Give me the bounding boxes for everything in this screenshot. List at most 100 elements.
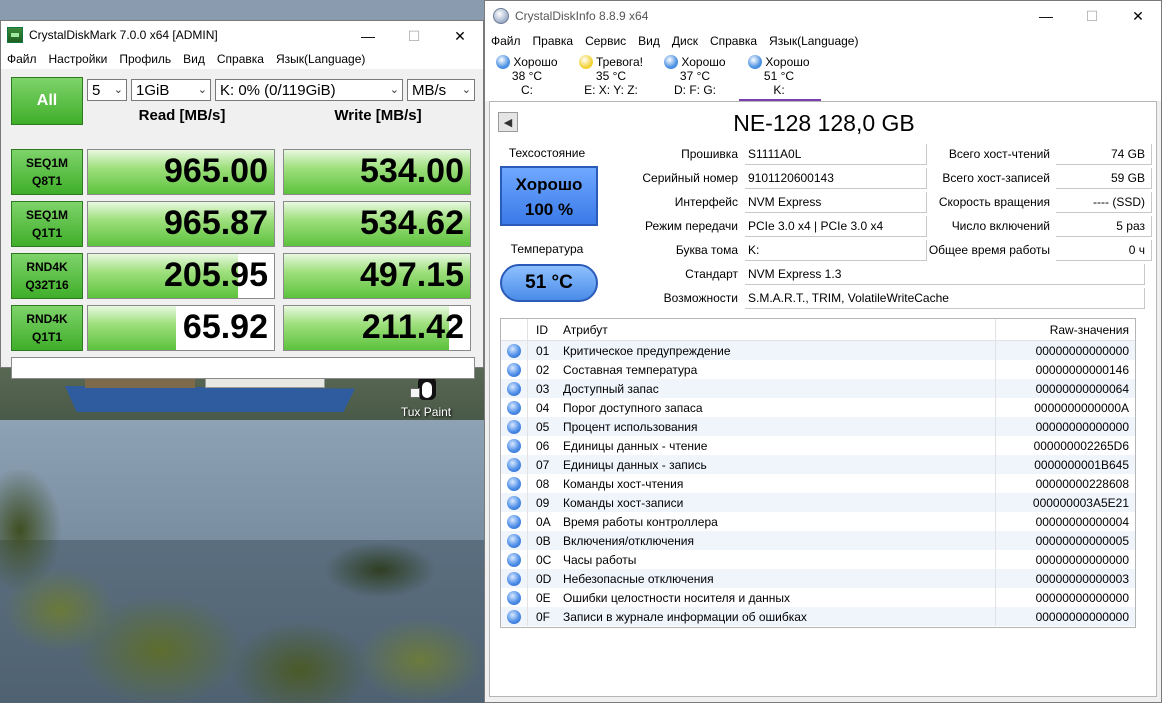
smart-row[interactable]: 09 Команды хост-записи 000000003A5E21 <box>501 493 1135 512</box>
cdm-minimize-button[interactable]: — <box>345 21 391 51</box>
cdm-menu-language[interactable]: Язык(Language) <box>270 52 371 66</box>
smart-raw-value: 00000000000064 <box>995 379 1135 398</box>
test-button[interactable]: RND4K Q32T16 <box>11 253 83 299</box>
chevron-down-icon: ⌄ <box>197 84 207 96</box>
smart-row[interactable]: 02 Составная температура 00000000000146 <box>501 360 1135 379</box>
smart-col-raw[interactable]: Raw-значения <box>995 319 1135 340</box>
temperature-box[interactable]: 51 °C <box>500 264 598 302</box>
smart-col-attribute[interactable]: Атрибут <box>555 319 995 340</box>
cdm-maximize-button[interactable]: ☐ <box>391 21 437 51</box>
cdm-window-title: CrystalDiskMark 7.0.0 x64 [ADMIN] <box>29 28 218 42</box>
smart-row[interactable]: 08 Команды хост-чтения 00000000228608 <box>501 474 1135 493</box>
cdm-menu-view[interactable]: Вид <box>177 52 211 66</box>
cdm-titlebar[interactable]: CrystalDiskMark 7.0.0 x64 [ADMIN] — ☐ ✕ <box>1 21 483 49</box>
run-all-button[interactable]: All <box>11 77 83 125</box>
status-good-icon <box>507 457 521 472</box>
test-name: SEQ1M <box>25 208 68 222</box>
smart-raw-value: 00000000000003 <box>995 569 1135 588</box>
write-result-value: 497.15 <box>360 256 464 294</box>
cdi-menu-service[interactable]: Сервис <box>579 34 632 48</box>
cdi-menu-language[interactable]: Язык(Language) <box>763 34 864 48</box>
read-result-cell: 965.87 <box>87 201 275 247</box>
crystaldiskmark-app-icon <box>7 27 23 43</box>
smart-row[interactable]: 05 Процент использования 00000000000000 <box>501 417 1135 436</box>
test-params: Q32T16 <box>25 278 69 292</box>
drive-tab-c[interactable]: Хорошо 38 °C C: <box>485 51 569 101</box>
test-params: Q1T1 <box>31 226 62 240</box>
status-warning-icon <box>578 55 593 69</box>
write-result-value: 534.00 <box>360 152 464 190</box>
firmware-value: S1111A0L <box>745 144 927 165</box>
temperature-label: Температура <box>510 242 584 256</box>
drive-tab-e[interactable]: Тревога! 35 °C E: X: Y: Z: <box>569 51 653 101</box>
status-good-icon <box>507 514 521 529</box>
drive-letters: D: F: G: <box>674 83 716 97</box>
smart-id: 0B <box>527 531 555 550</box>
cdm-menu-profile[interactable]: Профиль <box>113 52 177 66</box>
cdi-titlebar[interactable]: CrystalDiskInfo 8.8.9 x64 — ☐ ✕ <box>485 1 1161 31</box>
host-writes-value: 59 GB <box>1056 168 1152 189</box>
cdi-minimize-button[interactable]: — <box>1023 1 1069 31</box>
cdm-menubar: Файл Настройки Профиль Вид Справка Язык(… <box>1 49 483 69</box>
smart-col-id[interactable]: ID <box>527 319 555 340</box>
smart-attribute: Записи в журнале информации об ошибках <box>563 609 807 624</box>
test-button[interactable]: SEQ1M Q1T1 <box>11 201 83 247</box>
read-result-value: 965.00 <box>164 152 268 190</box>
cdi-menu-view[interactable]: Вид <box>632 34 666 48</box>
cdm-menu-file[interactable]: Файл <box>1 52 43 66</box>
smart-row[interactable]: 0F Записи в журнале информации об ошибках… <box>501 607 1135 626</box>
cdi-menu-edit[interactable]: Правка <box>527 34 580 48</box>
health-state-label: Техсостояние <box>508 146 586 160</box>
cdi-menu-help[interactable]: Справка <box>704 34 763 48</box>
status-good-icon <box>507 495 521 510</box>
desktop-icon-tux-paint[interactable]: Tux Paint <box>398 374 454 419</box>
test-size-select[interactable]: 1GiB ⌄ <box>131 79 211 101</box>
smart-id: 0E <box>527 588 555 607</box>
read-result-cell: 205.95 <box>87 253 275 299</box>
drive-temp: 38 °C <box>511 69 543 83</box>
status-good-icon <box>507 381 521 396</box>
test-params: Q8T1 <box>31 174 62 188</box>
status-good-icon <box>748 55 763 69</box>
smart-attribute: Команды хост-записи <box>563 495 684 510</box>
cdi-maximize-button[interactable]: ☐ <box>1069 1 1115 31</box>
smart-row[interactable]: 06 Единицы данных - чтение 000000002265D6 <box>501 436 1135 455</box>
smart-raw-value: 00000000000000 <box>995 417 1135 436</box>
comment-field[interactable] <box>11 357 475 379</box>
test-button[interactable]: SEQ1M Q8T1 <box>11 149 83 195</box>
cdm-menu-settings[interactable]: Настройки <box>43 52 114 66</box>
drive-select[interactable]: K: 0% (0/119GiB) ⌄ <box>215 79 403 101</box>
smart-row[interactable]: 01 Критическое предупреждение 000000000000… <box>501 341 1135 360</box>
smart-row[interactable]: 0A Время работы контроллера 00000000000004 <box>501 512 1135 531</box>
cdm-close-button[interactable]: ✕ <box>437 21 483 51</box>
unit-select[interactable]: MB/s ⌄ <box>407 79 475 101</box>
smart-row[interactable]: 07 Единицы данных - запись 0000000001B645 <box>501 455 1135 474</box>
test-button[interactable]: RND4K Q1T1 <box>11 305 83 351</box>
smart-row[interactable]: 0E Ошибки целостности носителя и данных 00… <box>501 588 1135 607</box>
cdi-window-title: CrystalDiskInfo 8.8.9 x64 <box>515 9 649 23</box>
health-status-box[interactable]: Хорошо 100 % <box>500 166 598 226</box>
cdi-close-button[interactable]: ✕ <box>1115 1 1161 31</box>
previous-disk-button[interactable]: ◀ <box>498 112 518 132</box>
smart-row[interactable]: 0C Часы работы 00000000000000 <box>501 550 1135 569</box>
smart-row[interactable]: 0B Включения/отключения 00000000000005 <box>501 531 1135 550</box>
status-good-icon <box>496 55 511 69</box>
cdi-menubar: Файл Правка Сервис Вид Диск Справка Язык… <box>485 31 1161 51</box>
disk-info-panel: NE-128 128,0 GB ◀ Техсостояние Хорошо 10… <box>489 101 1157 697</box>
write-result-value: 534.62 <box>360 204 464 242</box>
smart-table[interactable]: ID Атрибут Raw-значения 01 Критическое пр… <box>500 318 1136 628</box>
chevron-down-icon: ⌄ <box>113 84 123 96</box>
drive-tab-k[interactable]: Хорошо 51 °C K: <box>737 51 821 101</box>
cdi-menu-disk[interactable]: Диск <box>666 34 704 48</box>
cdm-menu-help[interactable]: Справка <box>211 52 270 66</box>
write-result-cell: 534.00 <box>283 149 471 195</box>
drive-status: Тревога! <box>595 55 644 69</box>
drive-tab-d[interactable]: Хорошо 37 °C D: F: G: <box>653 51 737 101</box>
cdi-menu-file[interactable]: Файл <box>485 34 527 48</box>
smart-row[interactable]: 04 Порог доступного запаса 0000000000000A <box>501 398 1135 417</box>
smart-row[interactable]: 0D Небезопасные отключения 00000000000003 <box>501 569 1135 588</box>
read-result-cell: 65.92 <box>87 305 275 351</box>
smart-row[interactable]: 03 Доступный запас 00000000000064 <box>501 379 1135 398</box>
smart-attribute: Команды хост-чтения <box>563 476 684 491</box>
test-count-select[interactable]: 5 ⌄ <box>87 79 127 101</box>
